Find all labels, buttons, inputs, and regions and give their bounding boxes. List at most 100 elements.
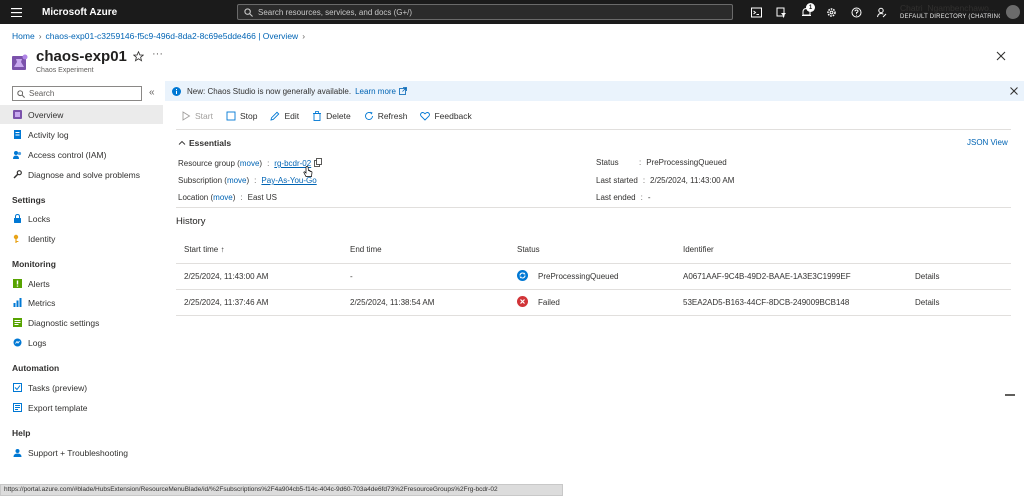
brand-title[interactable]: Microsoft Azure	[42, 7, 237, 18]
sidebar-item-support[interactable]: Support + Troubleshooting	[0, 443, 163, 462]
essentials-title: Essentials	[189, 138, 232, 148]
column-header-identifier[interactable]: Identifier	[683, 245, 714, 254]
diagnostic-settings-icon	[13, 318, 22, 327]
status-value: PreProcessingQueued	[646, 158, 727, 167]
info-icon	[172, 86, 181, 96]
delete-label: Delete	[326, 111, 351, 121]
sidebar-item-tasks[interactable]: Tasks (preview)	[0, 378, 163, 397]
row-1-details-link[interactable]: Details	[915, 272, 939, 281]
resource-group-field: Resource group (move): rg-bcdr-02	[178, 158, 323, 168]
cloud-shell-icon[interactable]	[744, 0, 769, 24]
sidebar-item-diagnostic-settings[interactable]: Diagnostic settings	[0, 313, 163, 332]
breadcrumb-resource[interactable]: chaos-exp01-c3259146-f5c9-496d-8da2-8c69…	[46, 31, 299, 41]
row-2-start: 2/25/2024, 11:37:46 AM	[184, 298, 269, 307]
breadcrumb-separator: ›	[302, 31, 306, 41]
sidebar-item-label: Locks	[28, 213, 51, 224]
global-search-input[interactable]: Search resources, services, and docs (G+…	[237, 4, 733, 20]
sidebar-item-label: Metrics	[28, 297, 56, 308]
sidebar-item-identity[interactable]: Identity	[0, 229, 163, 248]
sidebar-item-overview[interactable]: Overview	[0, 105, 163, 124]
dismiss-banner-icon[interactable]	[1010, 87, 1018, 95]
start-button[interactable]: Start	[181, 111, 213, 121]
url-status-bar: https://portal.azure.com/#blade/HubsExte…	[0, 484, 563, 496]
scroll-indicator[interactable]	[1005, 394, 1015, 396]
essentials-toggle[interactable]: Essentials	[178, 138, 231, 148]
feedback-icon[interactable]	[869, 0, 894, 24]
support-person-icon	[13, 449, 22, 457]
divider	[176, 315, 1011, 316]
sidebar-item-locks[interactable]: Locks	[0, 209, 163, 228]
pencil-icon	[270, 111, 280, 121]
page-title: chaos-exp01	[36, 48, 127, 65]
stop-icon	[226, 111, 236, 121]
move-subscription-link[interactable]: move	[227, 176, 247, 185]
alerts-icon	[13, 279, 22, 288]
start-label: Start	[195, 111, 213, 121]
external-link-icon[interactable]	[399, 87, 407, 95]
sidebar-item-label: Alerts	[28, 278, 50, 289]
column-header-end-time[interactable]: End time	[350, 245, 382, 254]
more-options-icon[interactable]: ···	[152, 48, 163, 60]
close-icon[interactable]	[996, 51, 1006, 61]
stop-button[interactable]: Stop	[226, 111, 258, 121]
refresh-label: Refresh	[377, 111, 408, 121]
sidebar-item-label: Diagnose and solve problems	[28, 169, 140, 180]
sidebar-item-label: Export template	[28, 402, 88, 413]
sidebar-item-alerts[interactable]: Alerts	[0, 274, 163, 293]
logs-icon	[13, 338, 22, 347]
help-icon[interactable]	[844, 0, 869, 24]
last-ended-value: -	[647, 193, 651, 202]
sidebar-item-access-control[interactable]: Access control (IAM)	[0, 145, 163, 164]
json-view-link[interactable]: JSON View	[967, 138, 1008, 147]
feedback-button[interactable]: Feedback	[420, 111, 472, 121]
heart-icon	[420, 112, 431, 121]
sidebar-item-diagnose[interactable]: Diagnose and solve problems	[0, 165, 163, 184]
sidebar-item-logs[interactable]: Logs	[0, 333, 163, 352]
info-banner: New: Chaos Studio is now generally avail…	[165, 81, 1024, 101]
move-resource-group-link[interactable]: move	[240, 159, 260, 168]
move-location-link[interactable]: move	[213, 193, 233, 202]
location-label: Location	[178, 193, 209, 202]
account-info[interactable]: Chatri_Ngambenchawo... DEFAULT DIRECTORY…	[900, 4, 1000, 22]
notifications-icon[interactable]: 1	[794, 0, 819, 24]
refresh-button[interactable]: Refresh	[364, 111, 408, 121]
search-placeholder: Search resources, services, and docs (G+…	[258, 7, 413, 17]
sidebar-item-export-template[interactable]: Export template	[0, 398, 163, 417]
row-1-status: PreProcessingQueued	[538, 272, 619, 281]
collapse-sidebar-icon[interactable]: «	[149, 87, 155, 98]
sidebar-search-input[interactable]: Search	[12, 86, 142, 101]
sidebar-item-metrics[interactable]: Metrics	[0, 293, 163, 312]
directory-filter-icon[interactable]	[769, 0, 794, 24]
user-directory: DEFAULT DIRECTORY (CHATRING...	[900, 14, 1000, 20]
last-started-field: Last started:2/25/2024, 11:43:00 AM	[596, 176, 735, 185]
column-header-start-time[interactable]: Start time ↑	[184, 245, 224, 254]
column-header-status[interactable]: Status	[517, 245, 540, 254]
learn-more-link[interactable]: Learn more	[355, 87, 396, 96]
stop-label: Stop	[239, 111, 258, 121]
row-2-details-link[interactable]: Details	[915, 298, 939, 307]
menu-icon[interactable]	[0, 0, 32, 24]
divider	[176, 129, 1011, 130]
delete-button[interactable]: Delete	[312, 111, 351, 121]
row-1-start: 2/25/2024, 11:43:00 AM	[184, 272, 269, 281]
avatar[interactable]	[1006, 5, 1020, 19]
breadcrumb-home[interactable]: Home	[12, 31, 35, 41]
sidebar-section-title: Help	[12, 428, 31, 438]
play-icon	[182, 111, 191, 121]
top-bar-actions: 1	[744, 0, 894, 24]
copy-icon[interactable]	[314, 158, 323, 167]
last-started-value: 2/25/2024, 11:43:00 AM	[650, 176, 735, 185]
command-bar: Start Stop Edit Delete Refresh Feedback	[181, 109, 485, 123]
sidebar-item-label: Overview	[28, 109, 64, 120]
overview-icon	[13, 110, 22, 119]
subscription-label: Subscription	[178, 176, 223, 185]
sidebar-item-label: Support + Troubleshooting	[28, 447, 128, 458]
sidebar-item-label: Tasks (preview)	[28, 382, 88, 393]
edit-button[interactable]: Edit	[270, 111, 299, 121]
sidebar-item-activity-log[interactable]: Activity log	[0, 125, 163, 144]
favorite-star-icon[interactable]	[133, 51, 144, 62]
location-field: Location (move): East US	[178, 193, 277, 202]
settings-gear-icon[interactable]	[819, 0, 844, 24]
sidebar-item-label: Diagnostic settings	[28, 317, 100, 328]
row-2-status: Failed	[538, 298, 560, 307]
